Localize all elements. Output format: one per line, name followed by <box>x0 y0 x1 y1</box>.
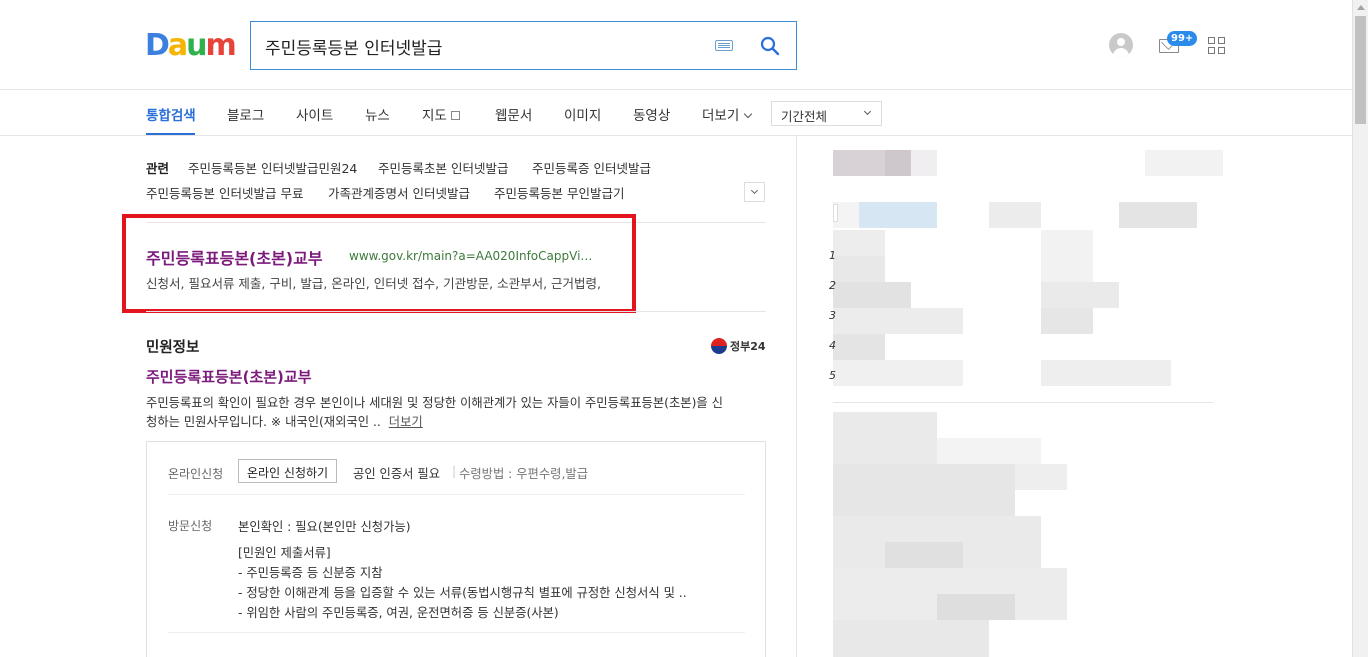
cert-required: 공인 인증서 필요 <box>353 467 441 481</box>
desc-line-text: 청하는 민원사무입니다. ※ 내국인(재외국인 .. <box>146 415 381 429</box>
logo-letter: D <box>145 28 170 63</box>
related-link[interactable]: 주민등록등본 인터넷발급 무료 <box>146 183 303 202</box>
visit-line: - 주민등록증 등 신분증 지참 <box>238 566 383 580</box>
search-box <box>250 21 797 70</box>
map-checkbox-icon <box>450 111 460 120</box>
more-link[interactable]: 더보기 <box>389 415 423 429</box>
mail-badge: 99+ <box>1167 31 1198 46</box>
result-title-link[interactable]: 주민등록표등본(초본)교부 <box>146 245 323 269</box>
period-select[interactable]: 기간전체 <box>771 101 882 126</box>
minwon-info-box: 온라인신청 온라인 신청하기 공인 인증서 필요 | 수령방법 : 우편수령,발… <box>146 441 766 657</box>
desc-line: 주민등록표의 확인이 필요한 경우 본인이나 세대원 및 정당한 이해관계가 있… <box>146 396 723 410</box>
chevron-down-icon <box>863 107 872 116</box>
related-expand-button[interactable] <box>744 182 765 202</box>
period-select-label: 기간전체 <box>781 109 828 124</box>
search-icon[interactable] <box>760 36 780 56</box>
tab-image[interactable]: 이미지 <box>564 104 601 124</box>
separator: | <box>452 464 457 478</box>
visit-line: - 위임한 사람의 주민등록증, 여권, 운전면허증 등 신분증(사본) <box>238 606 559 620</box>
online-apply-label: 온라인신청 <box>168 467 224 481</box>
tab-map-label: 지도 <box>422 108 447 124</box>
tab-web[interactable]: 웹문서 <box>495 104 532 124</box>
taegeuk-icon <box>711 338 727 354</box>
gov24-logo[interactable]: 정부24 <box>711 338 766 354</box>
online-apply-button[interactable]: 온라인 신청하기 <box>238 459 338 483</box>
visit-line: 본인확인 : 필요(본인만 신청가능) <box>238 520 411 534</box>
related-link[interactable]: 주민등록증 인터넷발급 <box>532 158 651 177</box>
tab-more[interactable]: 더보기 <box>702 104 753 124</box>
receive-method: 수령방법 : 우편수령,발급 <box>459 467 589 481</box>
chevron-down-icon <box>744 109 753 119</box>
related-link[interactable]: 주민등록등본 무인발급기 <box>494 183 624 202</box>
divider <box>168 494 745 495</box>
tab-map[interactable]: 지도 <box>422 104 460 124</box>
main-results: 관련 주민등록등본 인터넷발급민원24 주민등록초본 인터넷발급 주민등록증 인… <box>122 136 766 657</box>
logo-letter: u <box>186 28 207 63</box>
gov24-label: 정부24 <box>730 340 766 353</box>
vertical-scrollbar[interactable] <box>1352 0 1368 657</box>
minwon-title-link[interactable]: 주민등록표등본(초본)교부 <box>146 366 312 387</box>
scroll-thumb[interactable] <box>1355 16 1366 124</box>
user-avatar-icon[interactable] <box>1109 33 1133 57</box>
tab-news[interactable]: 뉴스 <box>365 104 390 124</box>
rank-number: 2 <box>829 279 836 292</box>
rank-number: 1 <box>829 249 836 262</box>
tab-more-label: 더보기 <box>702 108 740 124</box>
keyboard-icon[interactable] <box>715 40 733 51</box>
related-label: 관련 <box>146 161 170 176</box>
tab-blog[interactable]: 블로그 <box>227 104 264 124</box>
search-tabs: 통합검색 블로그 사이트 뉴스 지도 웹문서 이미지 동영상 더보기 기간전체 <box>0 90 1352 136</box>
daum-logo[interactable]: Daum <box>145 28 237 63</box>
divider <box>146 311 766 312</box>
logo-letter: m <box>205 28 237 63</box>
visit-apply-label: 방문신청 <box>168 519 213 533</box>
column-divider <box>796 136 797 657</box>
visit-line: - 정당한 이해관계 등을 입증할 수 있는 서류(동법시행규칙 별표에 규정한… <box>238 586 687 600</box>
rank-number: 5 <box>829 369 836 382</box>
divider <box>168 632 745 633</box>
search-input[interactable] <box>265 32 705 60</box>
apps-grid-icon[interactable] <box>1208 37 1226 55</box>
active-tab-underline <box>146 133 195 135</box>
rank-number: 3 <box>829 309 836 322</box>
section-title: 민원정보 <box>146 340 200 356</box>
result-description: 신청서, 필요서류 제출, 구비, 발급, 온라인, 인터넷 접수, 기관방문,… <box>146 276 601 291</box>
related-link[interactable]: 주민등록등본 인터넷발급민원24 <box>188 158 357 177</box>
logo-letter: a <box>167 28 188 63</box>
header: Daum 99+ <box>0 0 1352 90</box>
related-link[interactable]: 주민등록초본 인터넷발급 <box>378 158 508 177</box>
tab-video[interactable]: 동영상 <box>633 104 670 124</box>
result-url[interactable]: www.gov.kr/main?a=AA020InfoCappVi… <box>349 249 592 263</box>
desc-line: 청하는 민원사무입니다. ※ 내국인(재외국인 .. 더보기 <box>146 413 766 432</box>
related-link[interactable]: 가족관계증명서 인터넷발급 <box>328 183 470 202</box>
scroll-up-arrow-icon[interactable] <box>1357 5 1365 10</box>
tab-site[interactable]: 사이트 <box>296 104 333 124</box>
tab-all[interactable]: 통합검색 <box>146 104 196 124</box>
blurred-sidebar <box>833 150 1253 657</box>
rank-number: 4 <box>829 339 836 352</box>
visit-line: [민원인 제출서류] <box>238 546 331 560</box>
minwon-description: 주민등록표의 확인이 필요한 경우 본인이나 세대원 및 정당한 이해관계가 있… <box>146 394 766 432</box>
